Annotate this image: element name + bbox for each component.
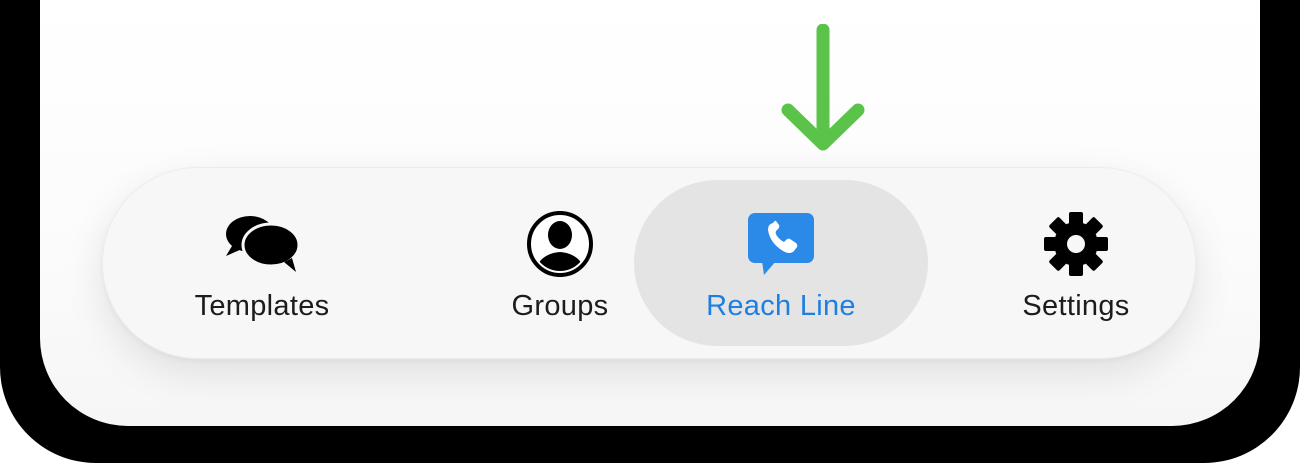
tab-label: Reach Line bbox=[706, 290, 856, 322]
down-arrow-icon bbox=[781, 24, 865, 151]
tab-label: Templates bbox=[194, 290, 330, 322]
app-screen: Templates Groups Reach Line Settings bbox=[40, 0, 1260, 426]
tab-templates[interactable]: Templates bbox=[132, 180, 392, 346]
phone-bubble-icon bbox=[741, 212, 821, 276]
person-circle-icon bbox=[520, 211, 600, 277]
bottom-tab-bar: Templates Groups Reach Line Settings bbox=[102, 167, 1196, 359]
tab-settings[interactable]: Settings bbox=[946, 180, 1206, 346]
tab-reach-line[interactable]: Reach Line bbox=[634, 180, 928, 346]
device-frame: Templates Groups Reach Line Settings bbox=[0, 0, 1300, 463]
gear-icon bbox=[1036, 212, 1116, 276]
chat-bubbles-icon bbox=[222, 212, 302, 276]
tab-label: Settings bbox=[1022, 290, 1130, 322]
